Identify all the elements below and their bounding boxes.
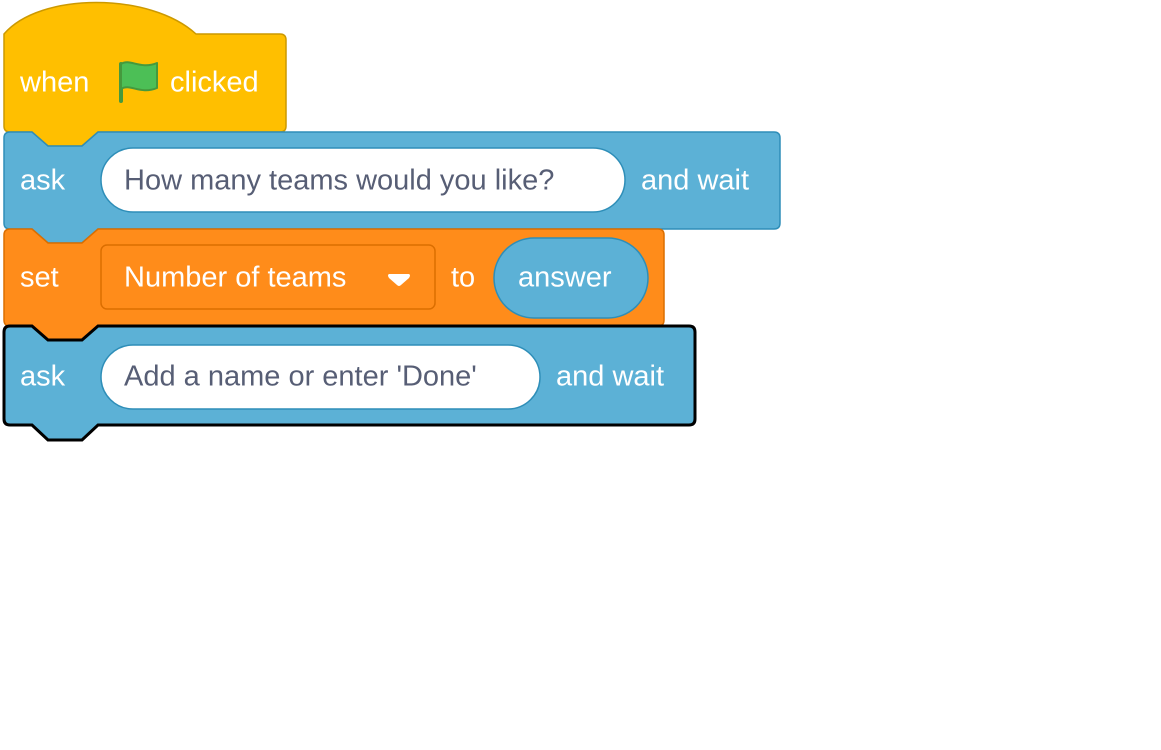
ask-label: ask [20,361,66,393]
ask-and-wait-block-selected[interactable]: ask Add a name or enter 'Done' and wait [2,324,697,442]
question-text: How many teams would you like? [124,165,554,197]
and-wait-label: and wait [556,361,664,393]
answer-label: answer [518,262,612,294]
set-label: set [20,262,59,294]
clicked-label: clicked [170,67,259,99]
ask-and-wait-block[interactable]: ask How many teams would you like? and w… [3,131,781,244]
variable-dropdown[interactable]: Number of teams [100,244,436,310]
to-label: to [451,262,475,294]
when-flag-clicked-block[interactable]: when clicked [3,1,287,147]
ask-label: ask [20,165,66,197]
and-wait-label: and wait [641,165,749,197]
scratch-script-area[interactable]: when clicked ask How many teams would yo… [0,0,1161,750]
set-variable-block[interactable]: set Number of teams to answer [3,228,665,341]
variable-name: Number of teams [124,262,346,294]
question-text: Add a name or enter 'Done' [124,361,477,393]
when-label: when [19,67,89,99]
answer-reporter[interactable]: answer [493,237,649,319]
